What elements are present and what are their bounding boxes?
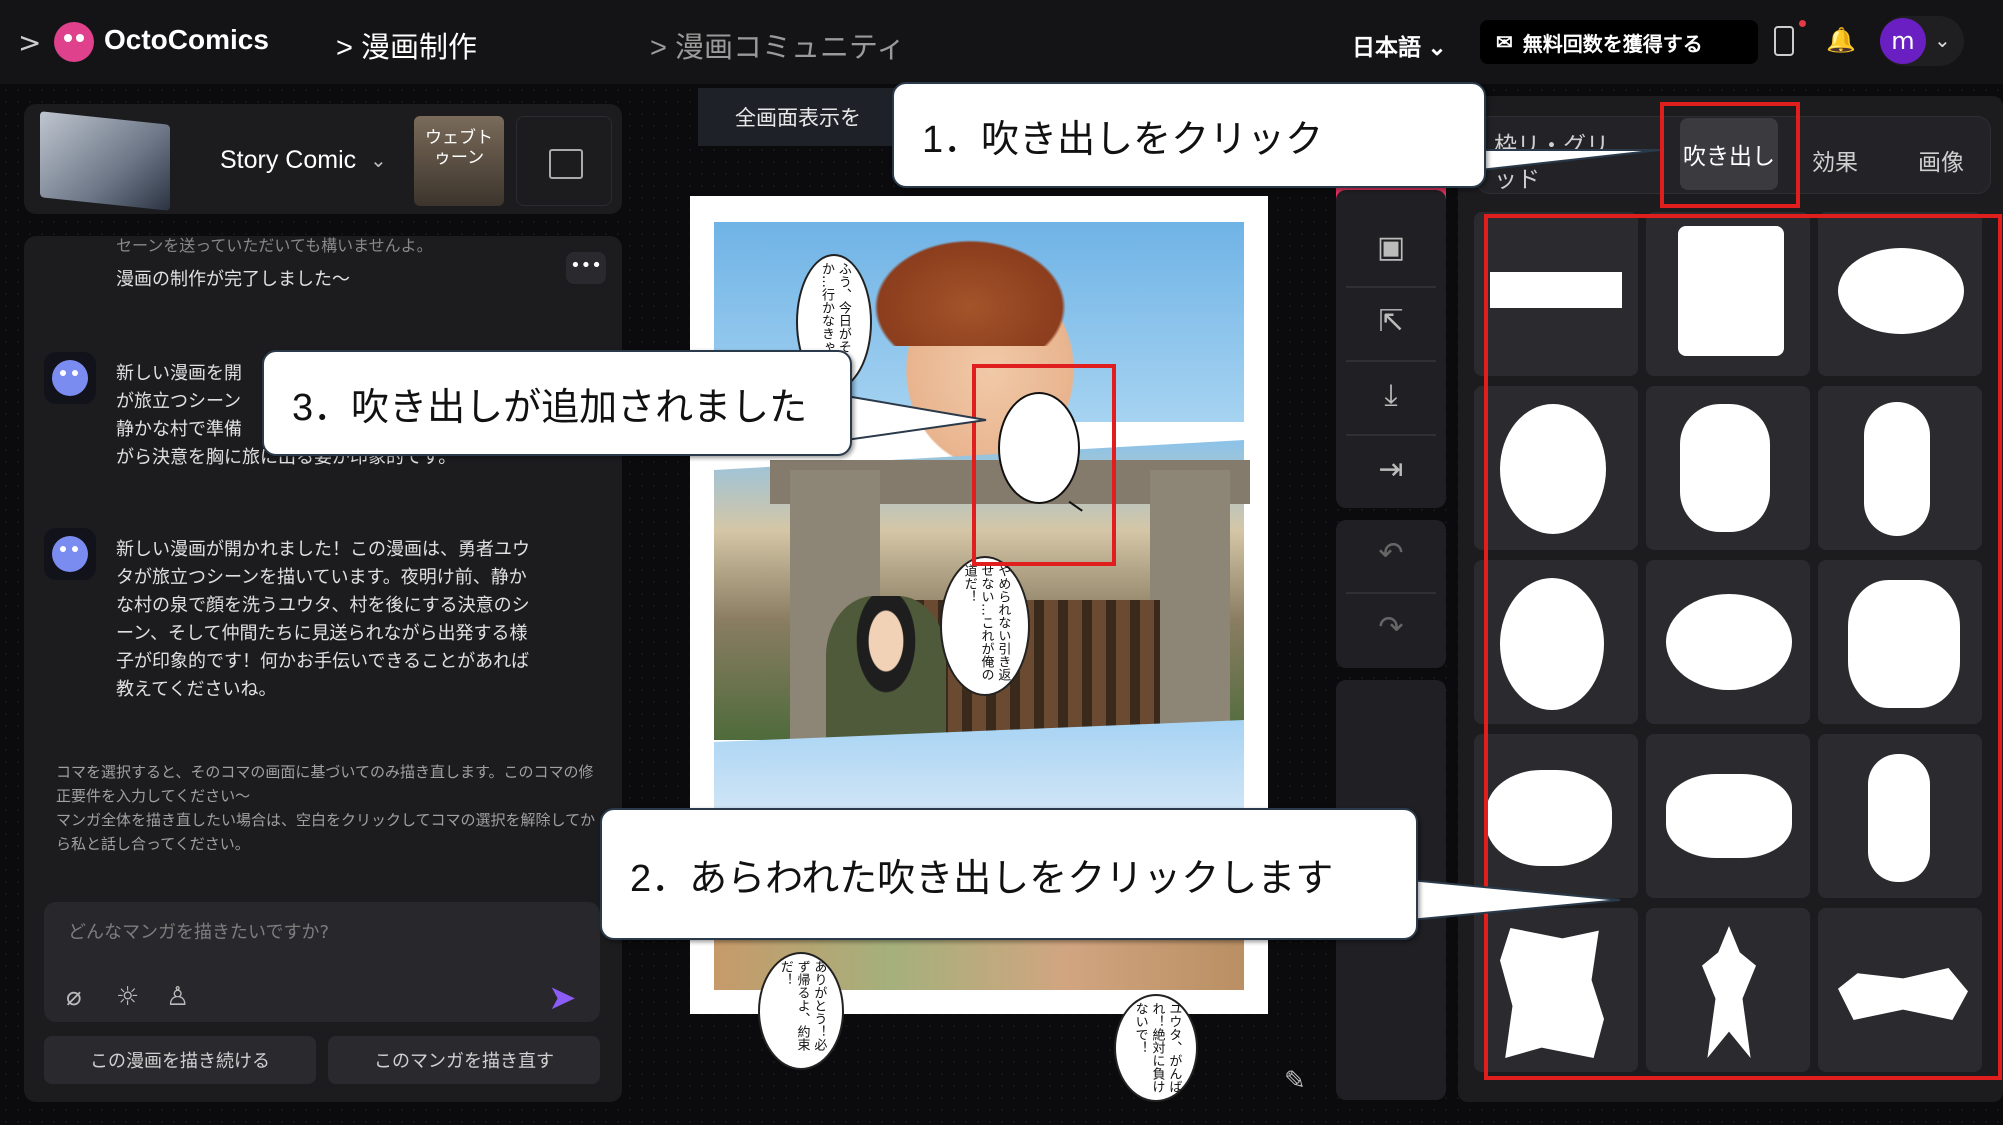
callout-step-1: 1．吹き出しをクリック bbox=[892, 82, 1486, 188]
callout1-tail bbox=[1479, 149, 1661, 172]
callout-step-3: 3．吹き出しが追加されました bbox=[262, 350, 852, 456]
callout3-tail bbox=[845, 394, 987, 442]
callout-step-2: 2．あらわれた吹き出しをクリックします bbox=[600, 808, 1418, 940]
callout2-tail bbox=[1409, 878, 1621, 922]
